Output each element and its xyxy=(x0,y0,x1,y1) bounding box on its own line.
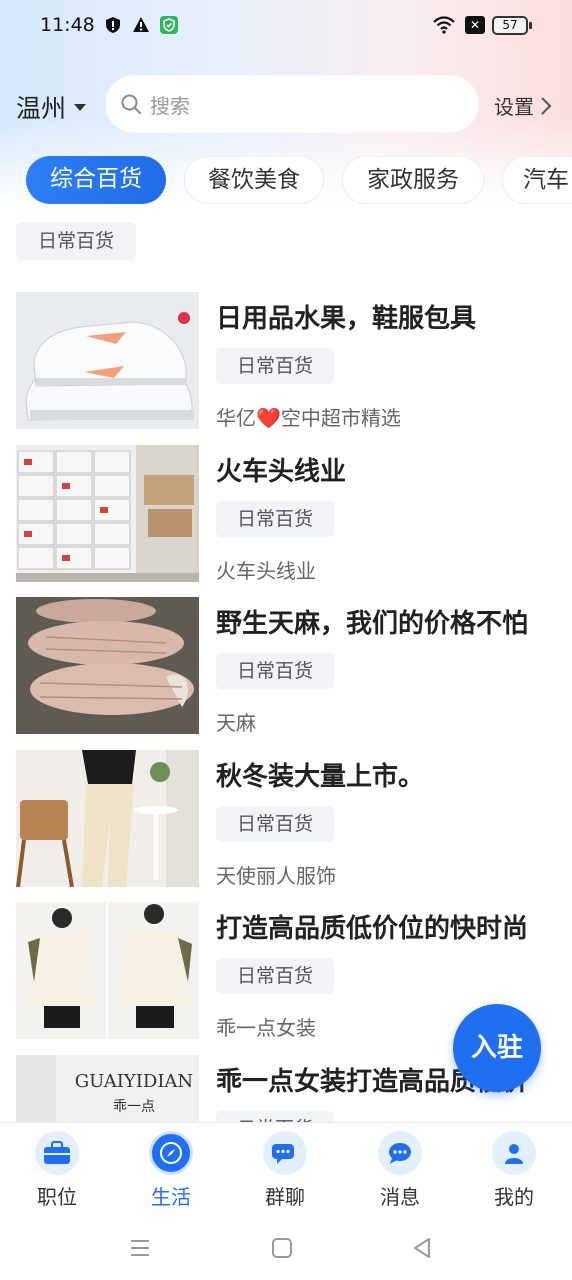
listing-shop: 天使丽人服饰 xyxy=(216,864,336,888)
listing-image-brand-sign: GUAIYIDIAN 乖一点 xyxy=(16,1055,199,1122)
nav-label: 群聊 xyxy=(265,1185,305,1209)
search-placeholder: 搜索 xyxy=(150,93,190,118)
chevron-right-icon xyxy=(541,96,552,115)
listing-tag: 日常百货 xyxy=(216,501,334,537)
listing-image-fashion-pants xyxy=(16,750,199,887)
listing-image-fashion-jacket xyxy=(16,902,199,1039)
city-label: 温州 xyxy=(16,94,67,123)
user-icon xyxy=(492,1131,536,1175)
search-icon xyxy=(121,94,141,114)
app-shield-icon xyxy=(160,16,178,34)
message-icon xyxy=(378,1131,422,1175)
listing-title: 日用品水果，鞋服包具 xyxy=(216,304,477,334)
nav-label: 生活 xyxy=(151,1185,191,1209)
nav-label: 我的 xyxy=(494,1185,534,1209)
join-fab-button[interactable]: 入驻 xyxy=(453,1004,541,1092)
nav-item-life[interactable]: 生活 xyxy=(131,1131,211,1210)
nav-item-group-chat[interactable]: 群聊 xyxy=(245,1131,325,1210)
tab-general-goods[interactable]: 综合百货 xyxy=(26,156,166,204)
caret-down-icon xyxy=(74,103,87,111)
sign-text-en: GUAIYIDIAN xyxy=(75,1071,193,1092)
list-item[interactable]: 火车头线业 日常百货 火车头线业 xyxy=(0,443,572,583)
listing-title: 秋冬装大量上市。 xyxy=(216,762,425,792)
category-tabs: 综合百货 餐饮美食 家政服务 汽车 xyxy=(0,154,572,206)
listing-image-sneakers xyxy=(16,292,199,429)
bottom-nav: 职位 生活 群聊 消息 我的 xyxy=(0,1122,572,1218)
back-icon[interactable] xyxy=(410,1236,434,1260)
listing-title: 野生天麻，我们的价格不怕 xyxy=(216,609,529,639)
listing-tag: 日常百货 xyxy=(216,348,334,384)
listing-list: 日用品水果，鞋服包具 日常百货 华亿❤️空中超市精选 火车头线业 日常百货 火车… xyxy=(0,290,572,1122)
shield-icon xyxy=(104,16,122,34)
status-bar: 11:48 ✕ 57 xyxy=(0,0,572,52)
alert-icon xyxy=(132,16,150,34)
nav-label: 消息 xyxy=(380,1185,420,1209)
listing-tag: 日常百货 xyxy=(216,806,334,842)
listing-image-warehouse-boxes xyxy=(16,445,199,582)
wifi-icon xyxy=(432,16,456,34)
nav-label: 职位 xyxy=(37,1185,77,1209)
sign-text-cn: 乖一点 xyxy=(113,1099,155,1115)
listing-title: 打造高品质低价位的快时尚 xyxy=(216,914,529,944)
listing-tag: 日常百货 xyxy=(216,1111,334,1122)
group-chat-icon xyxy=(263,1131,307,1175)
system-nav-bar xyxy=(0,1218,572,1280)
nav-item-messages[interactable]: 消息 xyxy=(360,1131,440,1210)
briefcase-icon xyxy=(35,1131,79,1175)
header: 温州 搜索 设置 xyxy=(0,70,572,136)
compass-icon xyxy=(149,1131,193,1175)
settings-link[interactable]: 设置 xyxy=(494,91,552,120)
status-time: 11:48 xyxy=(40,14,95,36)
tab-auto[interactable]: 汽车 xyxy=(502,156,572,204)
nav-item-jobs[interactable]: 职位 xyxy=(17,1131,97,1210)
list-item[interactable]: 秋冬装大量上市。 日常百货 天使丽人服饰 xyxy=(0,748,572,888)
listing-image-tianma-roots xyxy=(16,597,199,734)
listing-tag: 日常百货 xyxy=(216,653,334,689)
tab-housekeeping[interactable]: 家政服务 xyxy=(342,156,484,204)
list-item[interactable]: 日用品水果，鞋服包具 日常百货 华亿❤️空中超市精选 xyxy=(0,290,572,430)
close-box-icon: ✕ xyxy=(465,16,485,34)
nav-item-profile[interactable]: 我的 xyxy=(474,1131,554,1210)
home-icon[interactable] xyxy=(270,1236,294,1260)
list-item[interactable]: 野生天麻，我们的价格不怕 日常百货 天麻 xyxy=(0,595,572,735)
tab-food[interactable]: 餐饮美食 xyxy=(184,156,324,204)
listing-shop: 乖一点女装 xyxy=(216,1016,316,1040)
battery-icon: 57 xyxy=(492,16,532,35)
listing-shop: 天麻 xyxy=(216,711,256,735)
listing-shop: 火车头线业 xyxy=(216,559,316,583)
settings-label: 设置 xyxy=(494,95,534,119)
listing-title: 火车头线业 xyxy=(216,457,347,487)
city-selector[interactable]: 温州 xyxy=(16,89,87,125)
sub-filter-chip[interactable]: 日常百货 xyxy=(16,222,136,260)
menu-icon[interactable] xyxy=(128,1236,152,1260)
listing-shop: 华亿❤️空中超市精选 xyxy=(216,406,401,430)
listing-tag: 日常百货 xyxy=(216,958,334,994)
search-bar[interactable]: 搜索 xyxy=(106,76,478,132)
